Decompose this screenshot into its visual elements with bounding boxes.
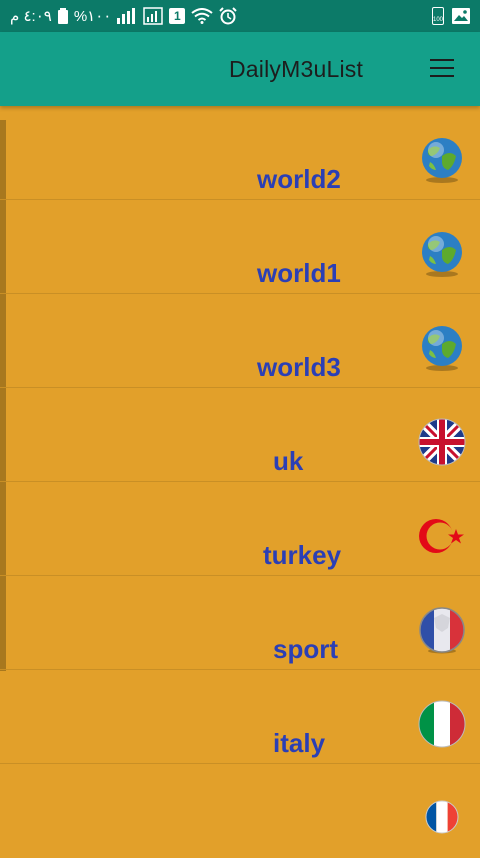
signal-box-icon xyxy=(143,7,164,25)
france-flag-icon xyxy=(425,800,459,834)
list-item-label: uk xyxy=(273,446,304,476)
signal-icon xyxy=(117,8,137,24)
globe-icon xyxy=(418,324,466,372)
sport-flag-icon xyxy=(418,606,466,654)
turkey-flag-icon xyxy=(418,512,466,560)
status-bar-right: 100 xyxy=(432,7,470,25)
list-item-label: sport xyxy=(273,634,338,664)
menu-button[interactable] xyxy=(428,56,456,80)
list-item-label: italy xyxy=(273,728,326,758)
list-item-france[interactable] xyxy=(0,764,480,858)
uk-flag-icon xyxy=(418,418,466,466)
status-bar: ٤:٠٩ م %١٠٠ 1 100 xyxy=(0,0,480,32)
list-item-label: turkey xyxy=(263,540,342,570)
channel-list[interactable]: world2 world1 world3 uk turkey sport ita… xyxy=(0,106,480,853)
list-item-uk[interactable]: uk xyxy=(0,388,480,482)
app-bar: DailyM3uList xyxy=(0,32,480,106)
sim-icon: 1 xyxy=(169,8,186,24)
menu-icon-line xyxy=(430,67,454,69)
status-time: ٤:٠٩ م xyxy=(10,8,52,25)
alarm-icon xyxy=(219,7,238,25)
list-item-turkey[interactable]: turkey xyxy=(0,482,480,576)
globe-icon xyxy=(418,136,466,184)
app-title: DailyM3uList xyxy=(229,56,364,82)
list-item-label: world1 xyxy=(257,258,341,288)
sim-badge: 1 xyxy=(173,9,181,23)
menu-icon-line xyxy=(430,75,454,77)
list-item-label: world2 xyxy=(257,164,341,194)
battery-saver-text: 100 xyxy=(433,17,444,23)
gallery-icon xyxy=(452,8,470,24)
list-item-label: world3 xyxy=(257,352,341,382)
battery-percentage: %١٠٠ xyxy=(73,8,112,25)
status-bar-left: ٤:٠٩ م %١٠٠ 1 xyxy=(10,7,238,25)
globe-icon xyxy=(418,230,466,278)
list-item-world2[interactable]: world2 xyxy=(0,106,480,200)
list-item-world1[interactable]: world1 xyxy=(0,200,480,294)
menu-icon xyxy=(430,59,454,61)
list-item-world3[interactable]: world3 xyxy=(0,294,480,388)
italy-flag-icon xyxy=(418,700,466,748)
wifi-icon xyxy=(191,8,213,24)
list-item-italy[interactable]: italy xyxy=(0,670,480,764)
battery-icon xyxy=(57,8,68,24)
list-item-sport[interactable]: sport xyxy=(0,576,480,670)
battery-saver-icon: 100 xyxy=(432,7,444,25)
